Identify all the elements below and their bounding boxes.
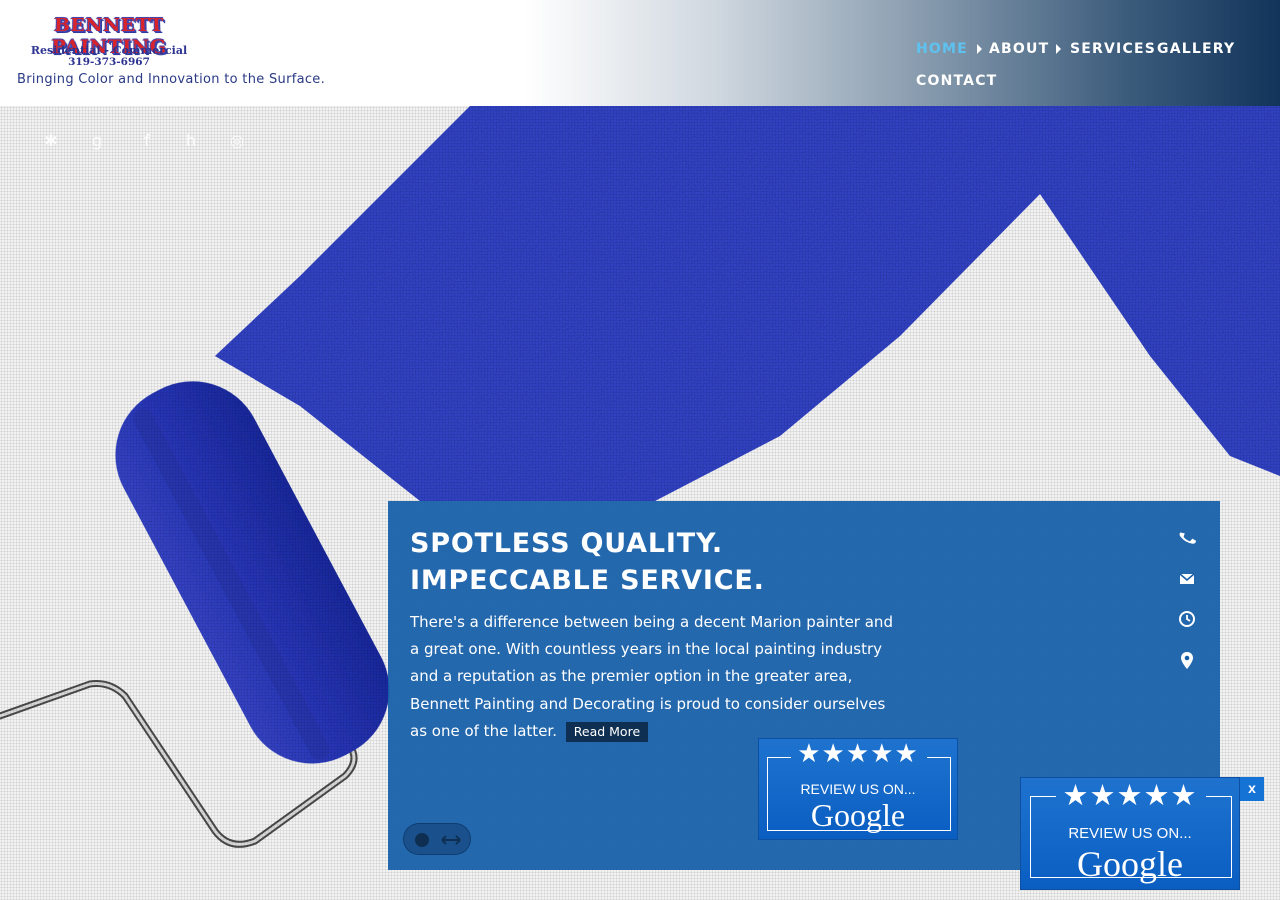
company-logo[interactable]: BENNETT PAINTING Residential - Commercia…	[18, 14, 200, 72]
houzz-icon[interactable]: h	[180, 130, 202, 152]
angies-list-icon[interactable]: ◎	[226, 130, 248, 152]
badge-review-text: REVIEW US ON...	[1021, 825, 1239, 842]
badge-google-logo: Google	[759, 797, 957, 833]
nav-item-about[interactable]: ABOUT	[989, 41, 1049, 57]
nav-item-home[interactable]: HOME	[916, 41, 968, 57]
yelp-icon[interactable]: ✱	[40, 130, 62, 152]
site-tagline: Bringing Color and Innovation to the Sur…	[17, 72, 325, 87]
floating-google-review-badge[interactable]: ★★★★★ REVIEW US ON... Google	[1020, 777, 1240, 890]
facebook-icon[interactable]: f	[136, 130, 158, 152]
badge-review-text: REVIEW US ON...	[759, 781, 957, 797]
nav-arrow-icon	[1056, 44, 1061, 54]
nav-item-services[interactable]: SERVICES	[1070, 41, 1156, 57]
slider-arrows-icon[interactable]	[440, 832, 462, 848]
logo-phone: 319-373-6967	[18, 56, 200, 68]
nav-arrow-icon	[977, 44, 982, 54]
slider-dot[interactable]	[415, 833, 429, 847]
google-plus-icon[interactable]: g	[86, 130, 108, 152]
phone-icon[interactable]	[1176, 527, 1198, 549]
nav-item-gallery[interactable]: GALLERY	[1157, 41, 1235, 57]
read-more-button[interactable]: Read More	[566, 722, 648, 742]
map-pin-icon[interactable]	[1176, 649, 1198, 671]
clock-icon[interactable]	[1176, 608, 1198, 630]
site-header: BENNETT PAINTING Residential - Commercia…	[0, 0, 1280, 106]
hero-body: There's a difference between being a dec…	[410, 609, 900, 745]
google-review-badge[interactable]: ★★★★★ REVIEW US ON... Google	[758, 738, 958, 840]
badge-google-logo: Google	[1021, 844, 1239, 884]
nav-item-contact[interactable]: CONTACT	[916, 73, 997, 89]
envelope-icon[interactable]	[1176, 568, 1198, 590]
hero-body-text: There's a difference between being a dec…	[410, 613, 893, 740]
hero-title: SPOTLESS QUALITY. IMPECCABLE SERVICE.	[410, 525, 930, 599]
slider-controls	[403, 823, 471, 855]
close-review-badge-button[interactable]: x	[1240, 777, 1264, 801]
